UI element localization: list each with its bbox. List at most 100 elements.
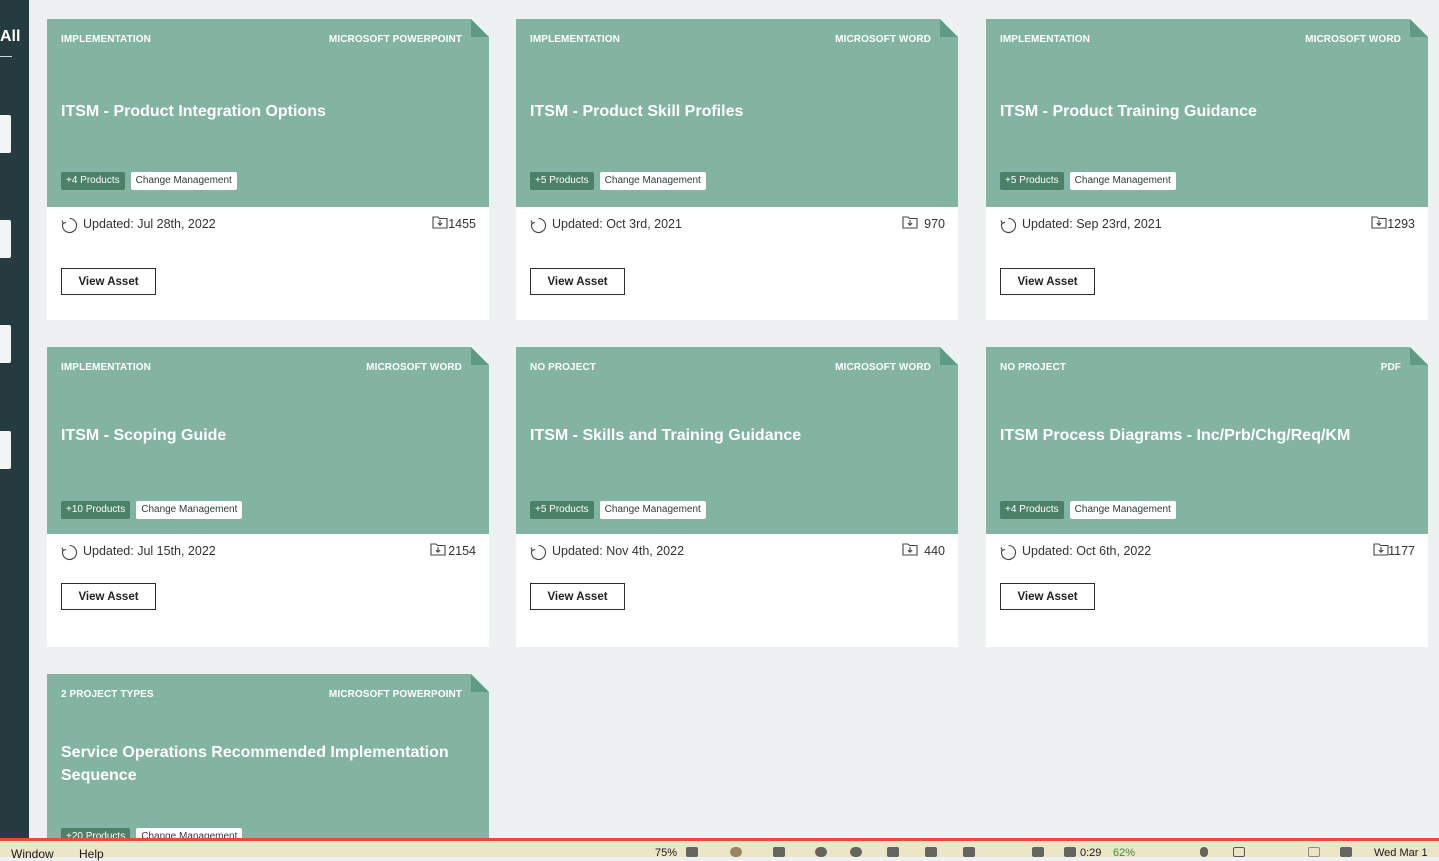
- clock[interactable]: Wed Mar 1: [1374, 847, 1428, 859]
- tag-list: +10 Products Change Management: [61, 501, 243, 519]
- folded-corner: [471, 19, 489, 37]
- products-tag[interactable]: +5 Products: [1000, 172, 1064, 190]
- asset-meta: Updated: Jul 15th, 2022 2154: [47, 534, 489, 568]
- products-tag[interactable]: +5 Products: [530, 172, 594, 190]
- updated-date: Updated: Sep 23rd, 2021: [1022, 217, 1162, 231]
- products-tag[interactable]: +4 Products: [61, 172, 125, 190]
- view-asset-button[interactable]: View Asset: [530, 583, 625, 610]
- project-type-label: NO PROJECT: [1000, 362, 1067, 373]
- asset-meta: Updated: Oct 6th, 2022 1177: [986, 534, 1428, 568]
- asset-meta: Updated: Oct 3rd, 2021 970: [516, 207, 958, 241]
- folded-corner: [471, 674, 489, 692]
- category-tag[interactable]: Change Management: [1069, 172, 1176, 190]
- folded-corner: [940, 347, 958, 365]
- sidebar-filter-control[interactable]: [0, 115, 11, 153]
- download-count: 1455: [448, 217, 476, 231]
- download-icon: [430, 543, 446, 556]
- updated-date: Updated: Oct 3rd, 2021: [552, 217, 682, 231]
- file-type-label: PDF: [1380, 362, 1401, 373]
- keyboard-icon[interactable]: [1233, 847, 1245, 857]
- file-type-label: MICROSOFT WORD: [835, 34, 931, 45]
- battery-icon[interactable]: [1064, 847, 1076, 857]
- app-icon[interactable]: [887, 847, 899, 857]
- download-icon: [902, 543, 918, 556]
- asset-title: ITSM - Product Training Guidance: [1000, 103, 1257, 120]
- menu-help[interactable]: Help: [79, 847, 104, 861]
- zoom-level: 75%: [655, 847, 678, 859]
- project-type-label: IMPLEMENTATION: [61, 34, 151, 45]
- asset-card-header: 2 PROJECT TYPES MICROSOFT POWERPOINT Ser…: [47, 674, 489, 839]
- category-tag[interactable]: Change Management: [136, 501, 243, 519]
- file-type-label: MICROSOFT POWERPOINT: [328, 689, 462, 700]
- app-icon[interactable]: [730, 847, 742, 857]
- tag-list: +5 Products Change Management: [1000, 172, 1176, 190]
- download-count: 1293: [1387, 217, 1415, 231]
- refresh-icon: [1000, 544, 1017, 560]
- updated-date: Updated: Nov 4th, 2022: [552, 544, 685, 558]
- folded-corner: [940, 19, 958, 37]
- project-type-label: NO PROJECT: [530, 362, 597, 373]
- category-tag[interactable]: Change Management: [599, 172, 706, 190]
- view-asset-button[interactable]: View Asset: [61, 268, 156, 295]
- file-type-label: MICROSOFT WORD: [366, 362, 462, 373]
- category-tag[interactable]: Change Management: [130, 172, 237, 190]
- download-count: 1177: [1388, 544, 1415, 558]
- products-tag[interactable]: +5 Products: [530, 501, 594, 519]
- updated-date: Updated: Jul 28th, 2022: [83, 217, 216, 231]
- view-asset-button[interactable]: View Asset: [1000, 583, 1095, 610]
- folded-corner: [471, 347, 489, 365]
- asset-card-header: IMPLEMENTATION MICROSOFT POWERPOINT ITSM…: [47, 19, 489, 207]
- products-tag[interactable]: +10 Products: [61, 501, 131, 519]
- file-type-label: MICROSOFT WORD: [835, 362, 931, 373]
- products-tag[interactable]: +4 Products: [1000, 501, 1064, 519]
- asset-card: NO PROJECT PDF ITSM Process Diagrams - I…: [986, 347, 1428, 647]
- filter-all-link[interactable]: All: [0, 28, 20, 46]
- sidebar: All: [0, 0, 29, 843]
- app-icon[interactable]: [815, 847, 827, 857]
- asset-card: IMPLEMENTATION MICROSOFT POWERPOINT ITSM…: [47, 19, 489, 320]
- download-icon: [1373, 543, 1389, 556]
- refresh-icon: [530, 217, 547, 233]
- asset-meta: Updated: Jul 28th, 2022 1455: [47, 207, 489, 241]
- sidebar-filter-control[interactable]: [0, 325, 11, 363]
- app-icon[interactable]: [1032, 847, 1044, 857]
- category-tag[interactable]: Change Management: [599, 501, 706, 519]
- view-asset-button[interactable]: View Asset: [61, 583, 156, 610]
- menu-window[interactable]: Window: [11, 847, 54, 861]
- tag-list: +4 Products Change Management: [61, 172, 237, 190]
- tag-list: +5 Products Change Management: [530, 501, 706, 519]
- project-type-label: IMPLEMENTATION: [530, 34, 620, 45]
- airplay-icon[interactable]: [963, 847, 975, 857]
- sidebar-filter-control[interactable]: [0, 220, 11, 258]
- category-tag[interactable]: Change Management: [1069, 501, 1176, 519]
- asset-card: NO PROJECT MICROSOFT WORD ITSM - Skills …: [516, 347, 958, 647]
- asset-meta: Updated: Sep 23rd, 2021 1293: [986, 207, 1428, 241]
- asset-card-header: IMPLEMENTATION MICROSOFT WORD ITSM - Pro…: [516, 19, 958, 207]
- asset-title: ITSM - Product Skill Profiles: [530, 103, 744, 120]
- refresh-icon: [530, 544, 547, 560]
- asset-card-header: IMPLEMENTATION MICROSOFT WORD ITSM - Sco…: [47, 347, 489, 534]
- view-asset-button[interactable]: View Asset: [530, 268, 625, 295]
- filter-all-underline: [0, 56, 12, 57]
- file-type-label: MICROSOFT POWERPOINT: [328, 34, 462, 45]
- download-icon: [1371, 216, 1387, 229]
- download-count: 970: [924, 217, 945, 231]
- app-icon[interactable]: [850, 847, 862, 857]
- key-icon[interactable]: [773, 847, 785, 857]
- control-center-icon[interactable]: [1340, 847, 1352, 857]
- asset-card: IMPLEMENTATION MICROSOFT WORD ITSM - Pro…: [986, 19, 1428, 320]
- download-count: 440: [924, 544, 945, 558]
- user-icon[interactable]: [1200, 847, 1208, 857]
- refresh-icon: [61, 217, 78, 233]
- battery-status-icon[interactable]: [686, 847, 698, 857]
- asset-card: IMPLEMENTATION MICROSOFT WORD ITSM - Pro…: [516, 19, 958, 320]
- display-icon[interactable]: [1308, 847, 1320, 857]
- file-type-label: MICROSOFT WORD: [1305, 34, 1401, 45]
- sidebar-filter-control[interactable]: [0, 431, 11, 469]
- view-asset-button[interactable]: View Asset: [1000, 268, 1095, 295]
- volume-icon[interactable]: [925, 847, 937, 857]
- system-menu-bar: Window Help 75% 0:29 62% Wed Mar 1: [0, 838, 1439, 861]
- asset-card-header: NO PROJECT PDF ITSM Process Diagrams - I…: [986, 347, 1428, 534]
- updated-date: Updated: Oct 6th, 2022: [1022, 544, 1152, 558]
- download-icon: [902, 216, 918, 229]
